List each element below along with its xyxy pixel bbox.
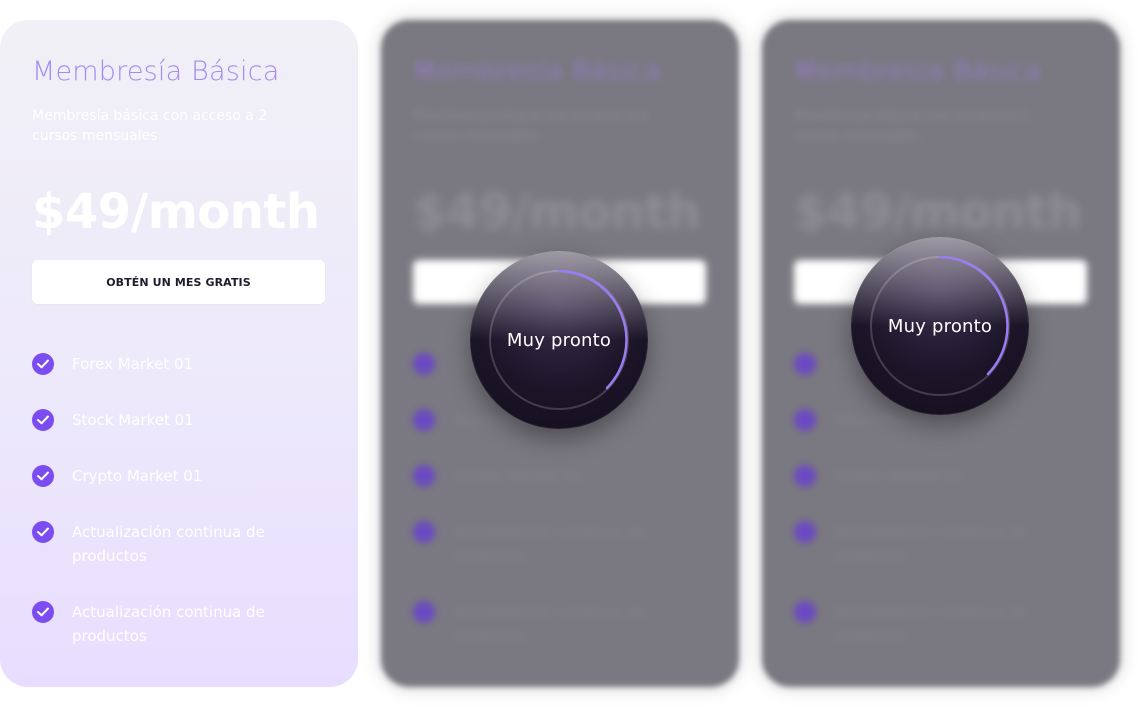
feature-label: Stock Market 01: [72, 411, 194, 429]
check-icon: [32, 601, 54, 623]
feature-item: Crypto Market 01: [32, 464, 326, 488]
check-icon: [32, 409, 54, 431]
plan-description: Membresía básica con acceso a 2 cursos m…: [794, 108, 1030, 144]
feature-item: Actualización continua de productos: [32, 520, 326, 568]
feature-item: Actualización continua de productos: [794, 520, 1088, 568]
check-icon: [413, 353, 435, 375]
coming-soon-label: Muy pronto: [506, 329, 612, 351]
check-icon: [32, 465, 54, 487]
feature-label: Actualización continua de productos: [72, 603, 265, 645]
feature-item: Actualización continua de productos: [413, 600, 707, 648]
plan-title: Membresía Básica: [794, 56, 1042, 87]
plan-card-basic: Membresía Básica Membresía básica con ac…: [0, 20, 358, 687]
check-icon: [794, 465, 816, 487]
feature-item: Crypto Market 01: [413, 464, 707, 488]
plan-title: Membresía Básica: [32, 56, 280, 87]
feature-label: Crypto Market 01: [453, 467, 584, 485]
feature-label: Actualización continua de productos: [834, 603, 1027, 645]
feature-label: Actualización continua de productos: [453, 523, 646, 565]
pricing-section: Membresía Básica Membresía básica con ac…: [0, 0, 1140, 707]
feature-label: Actualización continua de productos: [453, 603, 646, 645]
check-icon: [413, 465, 435, 487]
feature-item: Actualización continua de productos: [32, 600, 326, 648]
feature-item: Forex Market 01: [32, 352, 326, 376]
feature-list: Forex Market 01 Stock Market 01 Crypto M…: [32, 352, 326, 648]
check-icon: [794, 521, 816, 543]
plan-description: Membresía básica con acceso a 2 cursos m…: [32, 108, 268, 144]
check-icon: [413, 521, 435, 543]
check-icon: [32, 521, 54, 543]
plan-price: $49/month: [413, 184, 701, 240]
feature-label: Actualización continua de productos: [72, 523, 265, 565]
check-icon: [794, 353, 816, 375]
coming-soon-badge: Muy pronto: [470, 251, 648, 429]
plan-title: Membresía Básica: [413, 56, 661, 87]
check-icon: [32, 353, 54, 375]
coming-soon-label: Muy pronto: [887, 315, 993, 337]
plan-description: Membresía básica con acceso a 2 cursos m…: [413, 108, 649, 144]
feature-label: Actualización continua de productos: [834, 523, 1027, 565]
feature-item: Actualización continua de productos: [794, 600, 1088, 648]
check-icon: [794, 409, 816, 431]
check-icon: [794, 601, 816, 623]
feature-label: Crypto Market 01: [834, 467, 965, 485]
check-icon: [413, 409, 435, 431]
feature-item: Crypto Market 01: [794, 464, 1088, 488]
feature-item: Actualización continua de productos: [413, 520, 707, 568]
plan-price: $49/month: [32, 184, 320, 240]
feature-label: Crypto Market 01: [72, 467, 203, 485]
feature-label: Forex Market 01: [72, 355, 194, 373]
feature-item: Stock Market 01: [32, 408, 326, 432]
free-month-button[interactable]: OBTÉN UN MES GRATIS: [32, 260, 325, 304]
check-icon: [413, 601, 435, 623]
coming-soon-badge: Muy pronto: [851, 237, 1029, 415]
plan-price: $49/month: [794, 184, 1082, 240]
